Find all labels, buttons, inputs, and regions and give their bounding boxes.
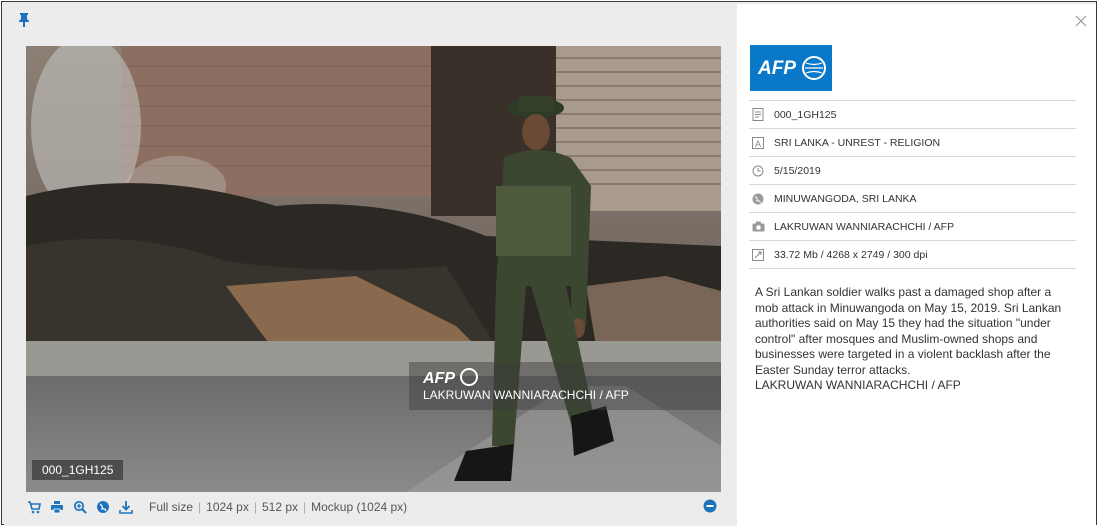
zoom-in-icon[interactable]	[72, 499, 88, 515]
metadata-value: 000_1GH125	[774, 108, 837, 121]
metadata-value: LAKRUWAN WANNIARACHCHI / AFP	[774, 220, 955, 233]
resize-icon	[751, 248, 765, 262]
title-icon: A	[751, 136, 765, 150]
svg-text:AFP: AFP	[423, 370, 455, 386]
metadata-value: MINUWANGODA, SRI LANKA	[774, 192, 917, 205]
metadata-row-id: 000_1GH125	[749, 100, 1076, 128]
photo-watermark: AFP LAKRUWAN WANNIARACHCHI / AFP	[409, 362, 721, 410]
camera-icon	[751, 220, 765, 234]
clock-icon	[751, 164, 765, 178]
cart-icon[interactable]	[26, 499, 42, 515]
metadata-row-date: 5/15/2019	[749, 156, 1076, 184]
metadata-value: 33.72 Mb / 4268 x 2749 / 300 dpi	[774, 248, 928, 261]
size-options: Full size | 1024 px | 512 px | Mockup (1…	[149, 500, 407, 514]
metadata-row-location: MINUWANGODA, SRI LANKA	[749, 184, 1076, 212]
close-icon[interactable]	[1075, 14, 1087, 27]
size-option-1024[interactable]: 1024 px	[206, 500, 249, 514]
preview-pane: AFP LAKRUWAN WANNIARACHCHI / AFP 000_1GH…	[4, 4, 737, 526]
size-option-full[interactable]: Full size	[149, 500, 193, 514]
svg-text:A: A	[755, 139, 761, 149]
metadata-row-title: A SRI LANKA - UNREST - RELIGION	[749, 128, 1076, 156]
globe-icon	[751, 192, 765, 206]
print-icon[interactable]	[49, 499, 65, 515]
minus-circle-icon[interactable]	[703, 499, 717, 513]
info-panel: AFP 000_1GH125 A SRI LANKA - UNREST - RE…	[737, 4, 1096, 525]
caption-text: A Sri Lankan soldier walks past a damage…	[755, 285, 1062, 377]
photo-toolbar: Full size | 1024 px | 512 px | Mockup (1…	[26, 496, 721, 518]
size-option-512[interactable]: 512 px	[262, 500, 298, 514]
id-icon	[751, 108, 765, 122]
separator: |	[253, 500, 257, 514]
lightbox-frame: AFP LAKRUWAN WANNIARACHCHI / AFP 000_1GH…	[1, 1, 1097, 526]
metadata-row-photographer: LAKRUWAN WANNIARACHCHI / AFP	[749, 212, 1076, 240]
metadata-list: 000_1GH125 A SRI LANKA - UNREST - RELIGI…	[749, 100, 1076, 269]
separator: |	[303, 500, 307, 514]
photo-illustration	[26, 46, 721, 492]
photo-id-badge: 000_1GH125	[32, 460, 124, 480]
afp-logo: AFP	[750, 45, 832, 91]
size-option-mockup[interactable]: Mockup (1024 px)	[311, 500, 407, 514]
caption-credit: LAKRUWAN WANNIARACHCHI / AFP	[755, 378, 961, 392]
svg-text:AFP: AFP	[757, 58, 796, 79]
download-icon[interactable]	[118, 499, 134, 515]
metadata-row-filesize: 33.72 Mb / 4268 x 2749 / 300 dpi	[749, 240, 1076, 269]
metadata-value: SRI LANKA - UNREST - RELIGION	[774, 136, 941, 149]
photo-caption: A Sri Lankan soldier walks past a damage…	[755, 285, 1065, 394]
metadata-value: 5/15/2019	[774, 164, 821, 177]
pin-icon[interactable]	[17, 12, 31, 28]
news-photo[interactable]: AFP LAKRUWAN WANNIARACHCHI / AFP 000_1GH…	[26, 46, 721, 492]
separator: |	[198, 500, 202, 514]
globe-icon[interactable]	[95, 499, 111, 515]
afp-watermark-logo: AFP	[423, 368, 478, 386]
watermark-credit: LAKRUWAN WANNIARACHCHI / AFP	[423, 388, 629, 402]
